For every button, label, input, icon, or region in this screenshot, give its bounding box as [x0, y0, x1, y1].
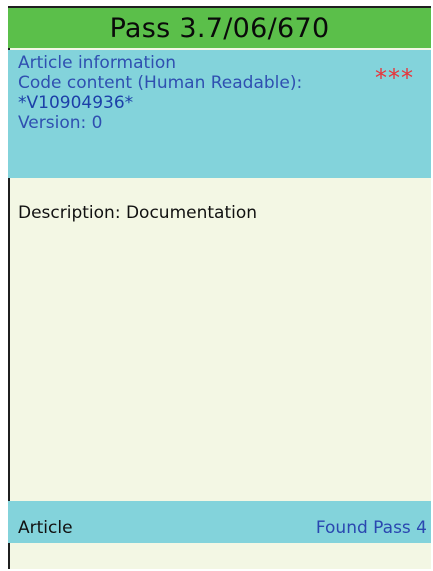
footer-article-label[interactable]: Article — [18, 518, 73, 538]
version-text: Version: 0 — [18, 113, 103, 133]
title-bar: Pass 3.7/06/670 — [8, 8, 431, 48]
status-marker: *** — [375, 64, 414, 92]
description-label: Description: — [18, 203, 126, 223]
description-row: Description: Documentation — [18, 203, 257, 223]
found-pass-link[interactable]: Found Pass 4 — [316, 518, 427, 538]
code-value: *V10904936* — [18, 93, 134, 113]
article-info-panel: Article information Code content (Human … — [8, 50, 431, 178]
code-content-label: Code content (Human Readable): — [18, 73, 303, 93]
footer-bar: Article Found Pass 4 — [8, 501, 431, 543]
page-title: Pass 3.7/06/670 — [109, 12, 330, 44]
article-info-heading: Article information — [18, 53, 177, 73]
description-value: Documentation — [125, 203, 258, 223]
